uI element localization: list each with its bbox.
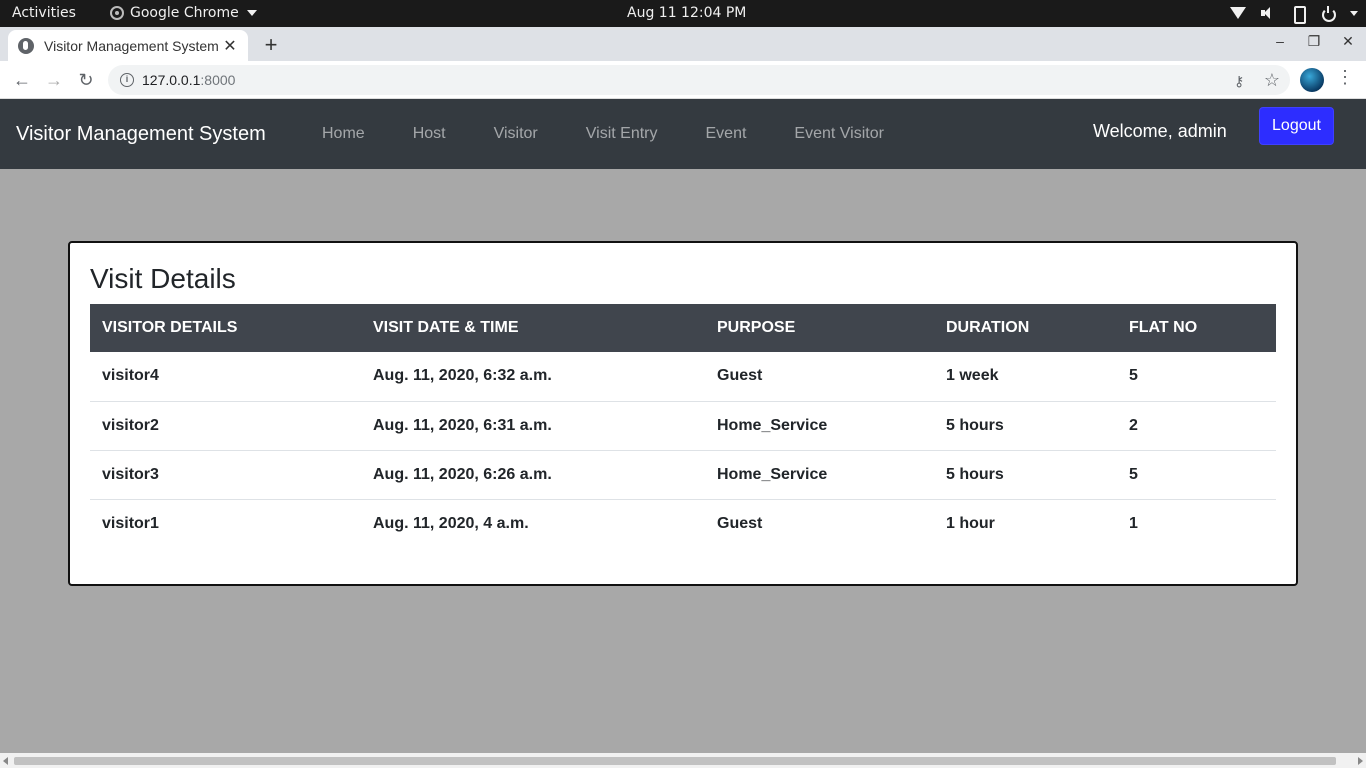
nav-visitor[interactable]: Visitor: [470, 125, 562, 143]
info-icon[interactable]: i: [120, 73, 134, 87]
horizontal-scrollbar[interactable]: [0, 753, 1366, 768]
bookmark-star-icon[interactable]: ☆: [1264, 70, 1280, 91]
datetime-cell: Aug. 11, 2020, 6:26 a.m.: [361, 449, 705, 499]
nav-host[interactable]: Host: [389, 125, 470, 143]
datetime-cell: Aug. 11, 2020, 4 a.m.: [361, 498, 705, 548]
url-port: :8000: [200, 72, 236, 88]
tab-title: Visitor Management System: [44, 37, 219, 54]
close-tab-icon[interactable]: ✕: [222, 36, 238, 56]
nav-home[interactable]: Home: [298, 125, 389, 143]
welcome-text: Welcome, admin: [1093, 121, 1227, 141]
visitor-cell: visitor2: [90, 400, 361, 450]
caret-down-icon: [1350, 10, 1358, 16]
nav-links: Home Host Visitor Visit Entry Event Even…: [298, 125, 908, 143]
flat-cell: 5: [1117, 449, 1276, 499]
table-header-row: VISITOR DETAILS VISIT DATE & TIME PURPOS…: [90, 304, 1276, 352]
visit-details-card: Visit Details VISITOR DETAILS VISIT DATE…: [68, 241, 1298, 586]
forward-button[interactable]: →: [42, 68, 66, 92]
visitor-cell: visitor1: [90, 498, 361, 548]
table-row: visitor4 Aug. 11, 2020, 6:32 a.m. Guest …: [90, 352, 1276, 401]
nav-visit-entry[interactable]: Visit Entry: [562, 125, 682, 143]
visit-table: VISITOR DETAILS VISIT DATE & TIME PURPOS…: [90, 304, 1276, 548]
datetime-cell: Aug. 11, 2020, 6:32 a.m.: [373, 367, 552, 385]
clock[interactable]: Aug 11 12:04 PM: [627, 5, 746, 21]
duration-cell: 1 week: [946, 367, 999, 385]
app-navbar: Visitor Management System Home Host Visi…: [0, 99, 1366, 169]
profile-avatar[interactable]: [1300, 68, 1324, 92]
window-controls: – ❐ ✕: [1272, 33, 1356, 50]
app-menu[interactable]: Google Chrome: [110, 5, 257, 21]
app-name: Google Chrome: [130, 5, 239, 21]
purpose-cell: Guest: [705, 498, 934, 548]
maximize-button[interactable]: ❐: [1306, 33, 1322, 50]
column-header: VISITOR DETAILS: [102, 319, 238, 336]
scroll-left-icon[interactable]: [3, 757, 8, 765]
wifi-icon: [1230, 5, 1246, 21]
table-row: visitor3 Aug. 11, 2020, 6:26 a.m. Home_S…: [90, 449, 1276, 499]
new-tab-button[interactable]: +: [260, 32, 282, 58]
visitor-cell: visitor4: [102, 367, 159, 385]
minimize-button[interactable]: –: [1272, 33, 1288, 50]
chrome-icon: [110, 6, 124, 20]
duration-cell: 5 hours: [934, 449, 1117, 499]
flat-cell: 5: [1129, 367, 1138, 385]
volume-icon: [1260, 5, 1276, 21]
flat-cell: 1: [1117, 498, 1276, 548]
purpose-cell: Home_Service: [705, 400, 934, 450]
back-button[interactable]: ←: [10, 68, 34, 92]
card-title: Visit Details: [90, 263, 236, 294]
address-bar[interactable]: i 127.0.0.1 :8000 ⚷ ☆: [108, 65, 1290, 95]
scrollbar-thumb[interactable]: [14, 757, 1336, 765]
browser-toolbar: ← → ↻ i 127.0.0.1 :8000 ⚷ ☆ ⋮: [0, 61, 1366, 99]
activities-button[interactable]: Activities: [12, 5, 76, 21]
column-header: FLAT NO: [1129, 319, 1198, 336]
reload-button[interactable]: ↻: [74, 68, 98, 92]
table-row: visitor2 Aug. 11, 2020, 6:31 a.m. Home_S…: [90, 400, 1276, 450]
brand-link[interactable]: Visitor Management System: [16, 123, 266, 146]
purpose-cell: Guest: [717, 367, 763, 385]
key-icon[interactable]: ⚷: [1234, 73, 1248, 89]
flat-cell: 2: [1117, 400, 1276, 450]
os-top-bar: Activities Google Chrome Aug 11 12:04 PM: [0, 0, 1366, 27]
power-icon: [1320, 5, 1336, 22]
logout-button[interactable]: Logout: [1259, 107, 1334, 145]
globe-icon: [18, 37, 34, 54]
column-header: VISIT DATE & TIME: [373, 319, 519, 336]
battery-icon: [1290, 5, 1306, 24]
browser-menu-icon[interactable]: ⋮: [1336, 67, 1354, 88]
duration-cell: 5 hours: [934, 400, 1117, 450]
caret-down-icon: [246, 10, 257, 16]
table-row: visitor1 Aug. 11, 2020, 4 a.m. Guest 1 h…: [90, 498, 1276, 548]
nav-event-visitor[interactable]: Event Visitor: [770, 125, 908, 143]
tab-strip: Visitor Management System ✕ + – ❐ ✕: [0, 27, 1366, 61]
visitor-cell: visitor3: [90, 449, 361, 499]
system-tray[interactable]: [1230, 5, 1358, 24]
tab-visitor-management[interactable]: Visitor Management System ✕: [8, 30, 248, 61]
duration-cell: 1 hour: [934, 498, 1117, 548]
datetime-cell: Aug. 11, 2020, 6:31 a.m.: [361, 400, 705, 450]
url-host: 127.0.0.1: [142, 72, 201, 88]
close-window-button[interactable]: ✕: [1340, 33, 1356, 50]
nav-event[interactable]: Event: [682, 125, 771, 143]
column-header: PURPOSE: [717, 319, 796, 336]
column-header: DURATION: [946, 319, 1030, 336]
purpose-cell: Home_Service: [705, 449, 934, 499]
scroll-right-icon[interactable]: [1358, 757, 1363, 765]
